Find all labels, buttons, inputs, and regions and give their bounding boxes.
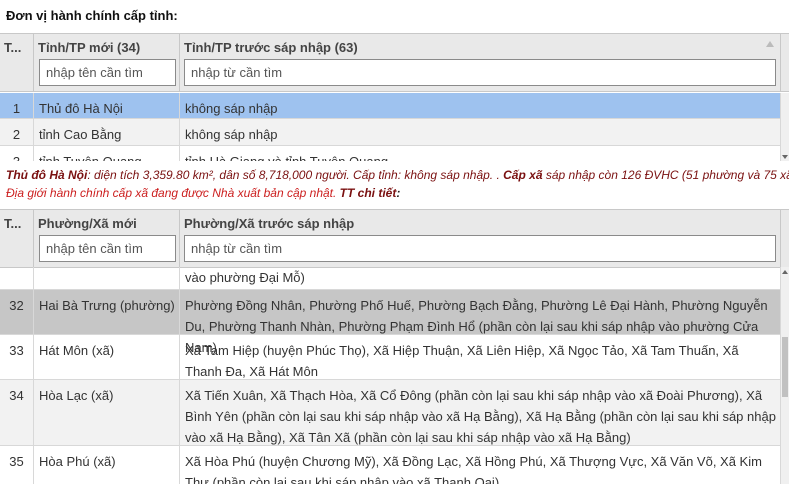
detail-link[interactable]: TT chi tiết bbox=[340, 186, 397, 200]
row-before: Phường Đồng Nhân, Phường Phố Huế, Phường… bbox=[180, 290, 781, 355]
row-name: Hòa Phú (xã) bbox=[34, 446, 180, 484]
update-notice: Địa giới hành chính cấp xã đang được Nhà… bbox=[6, 186, 340, 200]
row-stt: 1 bbox=[0, 93, 34, 118]
row-stt: 3 bbox=[0, 146, 34, 161]
section-title: Đơn vị hành chính cấp tỉnh: bbox=[6, 8, 178, 23]
row-stt: 33 bbox=[0, 335, 34, 379]
update-notice-line: Địa giới hành chính cấp xã đang được Nhà… bbox=[6, 186, 400, 200]
province-col-stt-label: T... bbox=[4, 40, 22, 55]
row-stt: 2 bbox=[0, 119, 34, 145]
row-before: Xã Tiến Xuân, Xã Thạch Hòa, Xã Cổ Đông (… bbox=[180, 380, 781, 445]
row-before: không sáp nhập bbox=[180, 93, 781, 118]
province-new-filter-input[interactable] bbox=[39, 59, 176, 86]
info-summary: : diện tích 3,359.80 km², dân số 8,718,0… bbox=[87, 168, 504, 182]
commune-grid-header: T... Phường/Xã mới Phường/Xã trước sáp n… bbox=[0, 210, 789, 268]
scroll-up-icon[interactable] bbox=[782, 270, 788, 274]
table-row[interactable]: 32 Hai Bà Trưng (phường) Phường Đồng Nhâ… bbox=[0, 290, 781, 355]
row-before: vào phường Đại Mỗ) bbox=[180, 267, 781, 289]
province-col-old-label: Tỉnh/TP trước sáp nhập (63) bbox=[184, 40, 358, 55]
table-row[interactable]: 34 Hòa Lạc (xã) Xã Tiến Xuân, Xã Thạch H… bbox=[0, 380, 781, 446]
table-row[interactable]: vào phường Đại Mỗ) bbox=[0, 267, 781, 290]
province-col-stt[interactable]: T... bbox=[0, 34, 34, 92]
commune-col-new-label: Phường/Xã mới bbox=[38, 216, 137, 231]
scroll-down-icon[interactable] bbox=[782, 155, 788, 159]
table-row[interactable]: 33 Hát Môn (xã) Xã Tam Hiệp (huyện Phúc … bbox=[0, 335, 781, 380]
row-stt: 32 bbox=[0, 290, 34, 334]
province-scrollbar[interactable] bbox=[781, 93, 789, 161]
row-before: Xã Hòa Phú (huyện Chương Mỹ), Xã Đồng Lạ… bbox=[180, 446, 781, 484]
row-name: Hòa Lạc (xã) bbox=[34, 380, 180, 445]
row-name: tỉnh Cao Bằng bbox=[34, 119, 180, 145]
commune-new-filter-input[interactable] bbox=[39, 235, 176, 262]
commune-col-stt[interactable]: T... bbox=[0, 210, 34, 268]
row-before: không sáp nhập bbox=[180, 119, 781, 145]
row-before: tỉnh Hà Giang và tỉnh Tuyên Quang bbox=[180, 146, 781, 161]
commune-scrollbar[interactable] bbox=[781, 267, 789, 484]
table-row[interactable]: 2 tỉnh Cao Bằng không sáp nhập bbox=[0, 119, 781, 146]
row-stt bbox=[0, 267, 34, 289]
table-row[interactable]: 1 Thủ đô Hà Nội không sáp nhập bbox=[0, 93, 781, 119]
row-before: Xã Tam Hiệp (huyện Phúc Thọ), Xã Hiệp Th… bbox=[180, 335, 781, 379]
province-old-filter-input[interactable] bbox=[184, 59, 776, 86]
commune-old-filter-input[interactable] bbox=[184, 235, 776, 262]
row-stt: 34 bbox=[0, 380, 34, 445]
row-name bbox=[34, 267, 180, 289]
sort-up-icon[interactable] bbox=[766, 41, 774, 47]
province-info-line: Thủ đô Hà Nội: diện tích 3,359.80 km², d… bbox=[6, 168, 789, 182]
row-name: Thủ đô Hà Nội bbox=[34, 93, 180, 118]
commune-col-stt-label: T... bbox=[4, 216, 22, 231]
detail-colon: : bbox=[396, 186, 401, 200]
row-name: Hát Môn (xã) bbox=[34, 335, 180, 379]
row-stt: 35 bbox=[0, 446, 34, 484]
province-col-new-label: Tỉnh/TP mới (34) bbox=[38, 40, 141, 55]
table-row[interactable]: 35 Hòa Phú (xã) Xã Hòa Phú (huyện Chương… bbox=[0, 446, 781, 484]
scroll-thumb[interactable] bbox=[782, 337, 788, 397]
commune-grid: T... Phường/Xã mới Phường/Xã trước sáp n… bbox=[0, 209, 789, 484]
info-province-name: Thủ đô Hà Nội bbox=[6, 168, 88, 182]
info-commune-summary: sáp nhập còn 126 ĐVHC (51 phường và 75 x… bbox=[542, 168, 789, 182]
province-grid: T... Tỉnh/TP mới (34) Tỉnh/TP trước sáp … bbox=[0, 33, 789, 161]
commune-col-old-label: Phường/Xã trước sáp nhập bbox=[184, 216, 355, 231]
row-name: tỉnh Tuyên Quang bbox=[34, 146, 180, 161]
table-row[interactable]: 3 tỉnh Tuyên Quang tỉnh Hà Giang và tỉnh… bbox=[0, 146, 781, 161]
info-commune-label: Cấp xã bbox=[503, 168, 543, 182]
province-grid-header: T... Tỉnh/TP mới (34) Tỉnh/TP trước sáp … bbox=[0, 34, 789, 92]
row-name: Hai Bà Trưng (phường) bbox=[34, 290, 180, 334]
